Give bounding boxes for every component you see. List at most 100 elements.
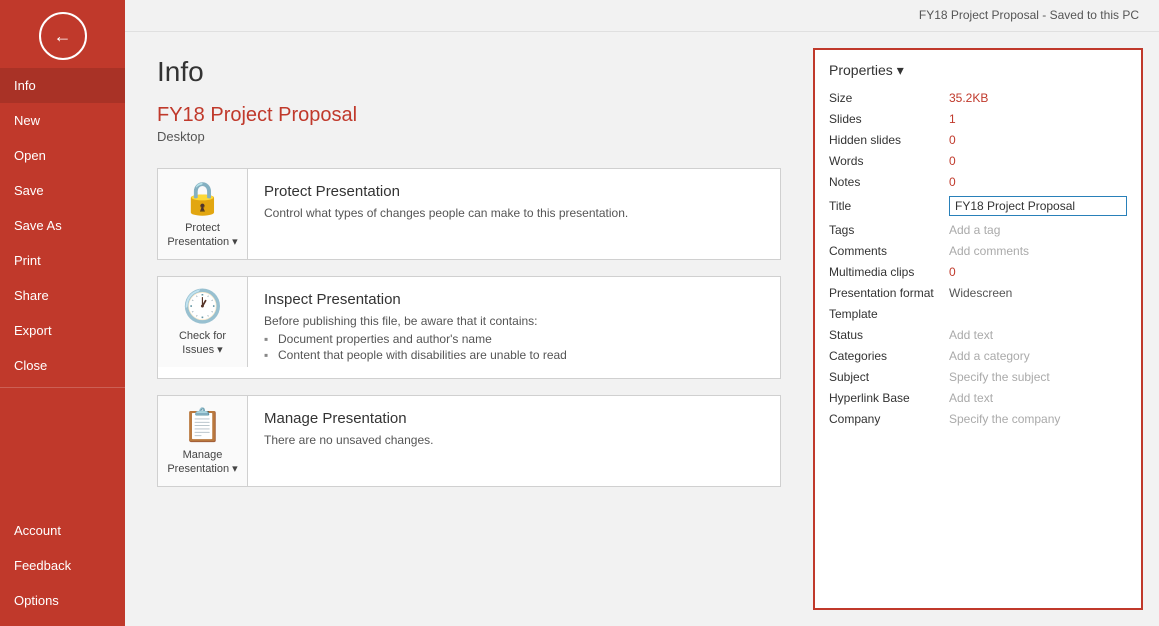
card-desc-protect: Control what types of changes people can… (264, 206, 764, 220)
card-icon-area-protect[interactable]: 🔒 Protect Presentation ▾ (158, 169, 248, 259)
inspect-icon: 🕐 (183, 287, 223, 325)
prop-label: Categories (829, 349, 949, 363)
card-icon-area-manage[interactable]: 📋 Manage Presentation ▾ (158, 396, 248, 486)
prop-row: TagsAdd a tag (829, 223, 1127, 237)
card-protect: 🔒 Protect Presentation ▾ Protect Presentat… (157, 168, 781, 260)
prop-label: Title (829, 199, 949, 213)
sidebar-item-new[interactable]: New (0, 103, 125, 138)
sidebar-nav: InfoNewOpenSaveSave AsPrintShareExportCl… (0, 68, 125, 626)
card-heading-inspect: Inspect Presentation (264, 291, 764, 308)
prop-value[interactable]: 35.2KB (949, 91, 1127, 105)
prop-row: Presentation formatWidescreen (829, 286, 1127, 300)
prop-row: Hyperlink BaseAdd text (829, 391, 1127, 405)
left-panel: Info FY18 Project Proposal Desktop 🔒 Prot… (125, 32, 813, 626)
prop-row: Size35.2KB (829, 91, 1127, 105)
main-content: FY18 Project Proposal - Saved to this PC… (125, 0, 1159, 626)
prop-value[interactable]: Add comments (949, 244, 1127, 258)
protect-icon-label: Protect Presentation ▾ (167, 221, 237, 250)
sidebar-item-share[interactable]: Share (0, 278, 125, 313)
content-area: Info FY18 Project Proposal Desktop 🔒 Prot… (125, 32, 1159, 626)
prop-label: Hyperlink Base (829, 391, 949, 405)
card-desc-inspect: Before publishing this file, be aware th… (264, 314, 764, 328)
sidebar-item-options[interactable]: Options (0, 583, 125, 618)
card-manage: 📋 Manage Presentation ▾ Manage Presentatio… (157, 395, 781, 487)
sidebar-item-info[interactable]: Info (0, 68, 125, 103)
prop-value[interactable]: 0 (949, 154, 1127, 168)
filename-label: FY18 Project Proposal (919, 8, 1039, 22)
prop-label: Hidden slides (829, 133, 949, 147)
prop-value[interactable]: Add a tag (949, 223, 1127, 237)
properties-rows: Size35.2KBSlides1Hidden slides0Words0Not… (829, 91, 1127, 426)
prop-row: Multimedia clips0 (829, 265, 1127, 279)
bullet-item: Content that people with disabilities ar… (264, 348, 764, 362)
card-content-protect: Protect Presentation Control what types o… (248, 169, 780, 238)
card-icon-area-inspect[interactable]: 🕐 Check for Issues ▾ (158, 277, 248, 367)
back-button[interactable]: ← (39, 12, 87, 60)
sidebar-item-close[interactable]: Close (0, 348, 125, 383)
prop-row: Hidden slides0 (829, 133, 1127, 147)
manage-icon-label: Manage Presentation ▾ (167, 448, 237, 477)
prop-label: Tags (829, 223, 949, 237)
prop-label: Size (829, 91, 949, 105)
card-bullets-inspect: Document properties and author's name Con… (264, 332, 764, 362)
prop-value[interactable]: Specify the company (949, 412, 1127, 426)
prop-row: CompanySpecify the company (829, 412, 1127, 426)
prop-label: Multimedia clips (829, 265, 949, 279)
sidebar-item-save-as[interactable]: Save As (0, 208, 125, 243)
prop-value[interactable]: Add text (949, 391, 1127, 405)
prop-row: TitleFY18 Project Proposal (829, 196, 1127, 216)
sidebar-item-save[interactable]: Save (0, 173, 125, 208)
separator: - (1042, 8, 1049, 22)
prop-row: Slides1 (829, 112, 1127, 126)
prop-row: Template (829, 307, 1127, 321)
sidebar: ← InfoNewOpenSaveSave AsPrintShareExport… (0, 0, 125, 626)
manage-icon: 📋 (183, 406, 223, 444)
card-heading-manage: Manage Presentation (264, 410, 764, 427)
prop-value[interactable]: FY18 Project Proposal (949, 196, 1127, 216)
prop-label: Slides (829, 112, 949, 126)
card-content-inspect: Inspect Presentation Before publishing th… (248, 277, 780, 378)
properties-header[interactable]: Properties ▾ (829, 62, 1127, 79)
prop-value[interactable]: 0 (949, 175, 1127, 189)
page-title: Info (157, 56, 781, 88)
protect-icon: 🔒 (183, 179, 223, 217)
inspect-icon-label: Check for Issues ▾ (179, 329, 226, 358)
prop-value[interactable]: Specify the subject (949, 370, 1127, 384)
prop-value[interactable]: 0 (949, 133, 1127, 147)
prop-row: CategoriesAdd a category (829, 349, 1127, 363)
prop-row: CommentsAdd comments (829, 244, 1127, 258)
saved-status: Saved to this PC (1050, 8, 1139, 22)
prop-row: Words0 (829, 154, 1127, 168)
card-heading-protect: Protect Presentation (264, 183, 764, 200)
sidebar-item-feedback[interactable]: Feedback (0, 548, 125, 583)
card-content-manage: Manage Presentation There are no unsaved … (248, 396, 780, 465)
doc-location: Desktop (157, 129, 781, 144)
prop-label: Presentation format (829, 286, 949, 300)
prop-label: Comments (829, 244, 949, 258)
prop-label: Template (829, 307, 949, 321)
sidebar-item-export[interactable]: Export (0, 313, 125, 348)
sidebar-item-account[interactable]: Account (0, 513, 125, 548)
prop-value[interactable]: Add text (949, 328, 1127, 342)
prop-value: Widescreen (949, 286, 1127, 300)
prop-label: Notes (829, 175, 949, 189)
card-inspect: 🕐 Check for Issues ▾ Inspect Presentation B… (157, 276, 781, 379)
prop-row: StatusAdd text (829, 328, 1127, 342)
top-bar: FY18 Project Proposal - Saved to this PC (125, 0, 1159, 32)
prop-label: Subject (829, 370, 949, 384)
prop-value[interactable]: Add a category (949, 349, 1127, 363)
prop-label: Company (829, 412, 949, 426)
card-desc-manage: There are no unsaved changes. (264, 433, 764, 447)
sidebar-item-print[interactable]: Print (0, 243, 125, 278)
prop-value[interactable]: 1 (949, 112, 1127, 126)
prop-label: Status (829, 328, 949, 342)
properties-panel: Properties ▾ Size35.2KBSlides1Hidden sli… (813, 48, 1143, 610)
prop-row: SubjectSpecify the subject (829, 370, 1127, 384)
sidebar-item-open[interactable]: Open (0, 138, 125, 173)
prop-label: Words (829, 154, 949, 168)
doc-title: FY18 Project Proposal (157, 104, 781, 127)
bullet-item: Document properties and author's name (264, 332, 764, 346)
prop-value[interactable]: 0 (949, 265, 1127, 279)
prop-row: Notes0 (829, 175, 1127, 189)
cards-container: 🔒 Protect Presentation ▾ Protect Presentat… (157, 168, 781, 487)
